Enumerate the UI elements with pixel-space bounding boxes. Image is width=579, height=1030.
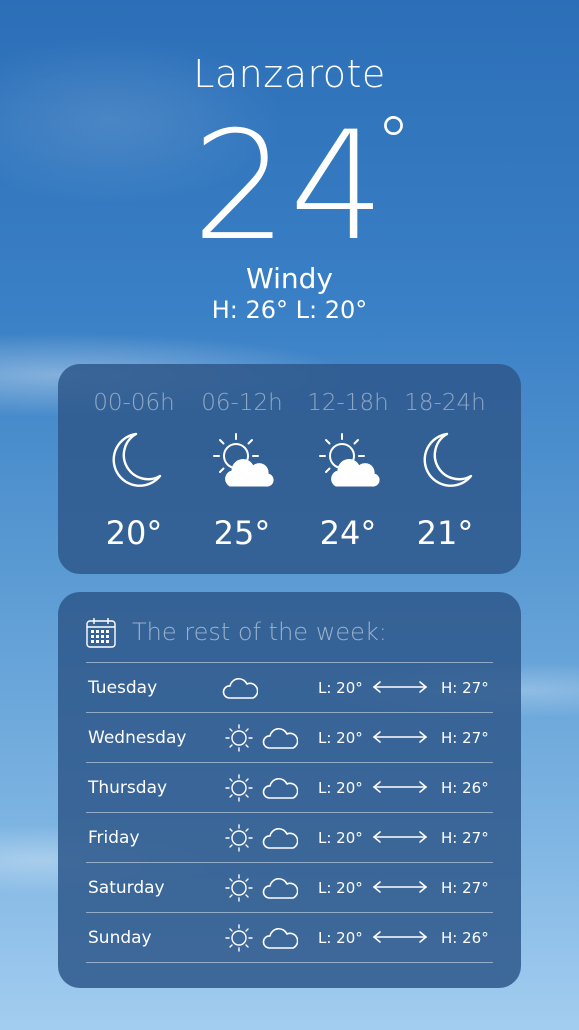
high-temp: H: 27° [441, 729, 489, 747]
sun-cloud-icon [319, 433, 380, 487]
high-temp: H: 26° [441, 929, 489, 947]
city-name: Lanzarote [193, 52, 386, 96]
low-temp: L: 20° [318, 879, 363, 897]
week-list: Tuesday L: 20° H: 27° Wednesday L: 20° H… [86, 662, 493, 963]
current-temperature: 24 ° [0, 108, 579, 262]
cloud-icon [222, 678, 258, 699]
sun-icon [225, 824, 253, 852]
cloud-icon [262, 928, 298, 949]
day-name: Saturday [88, 878, 165, 898]
today-forecast-card: 00-06h 20° 06-12h 25° 12-18h 24° 18-24h … [58, 364, 521, 574]
high-temp: H: 27° [441, 879, 489, 897]
week-row[interactable]: Wednesday L: 20° H: 27° [86, 713, 493, 763]
cloud-icon [262, 828, 298, 849]
range-arrow-icon [372, 781, 428, 793]
slot-time: 00-06h [93, 390, 175, 416]
high-temp: H: 27° [441, 679, 489, 697]
degree-symbol: ° [376, 102, 413, 184]
day-name: Thursday [88, 778, 168, 798]
weather-condition: Windy [246, 262, 333, 295]
week-row[interactable]: Tuesday L: 20° H: 27° [86, 663, 493, 713]
high-low-today: H: 26° L: 20° [211, 296, 368, 324]
low-temp: L: 20° [318, 729, 363, 747]
week-forecast-card: The rest of the week: Tuesday L: 20° H: … [58, 592, 521, 988]
week-row[interactable]: Sunday L: 20° H: 26° [86, 913, 493, 963]
week-title: The rest of the week: [132, 618, 387, 646]
slot-temperature: 20° [105, 514, 163, 552]
range-arrow-icon [372, 731, 428, 743]
slot-temperature: 21° [416, 514, 474, 552]
slot-time: 06-12h [201, 390, 283, 416]
week-header: The rest of the week: [86, 614, 506, 654]
day-name: Wednesday [88, 728, 187, 748]
moon-icon [112, 432, 162, 487]
slot-temperature: 25° [213, 514, 271, 552]
week-row[interactable]: Thursday L: 20° H: 26° [86, 763, 493, 813]
forecast-slot: 00-06h 20° [79, 364, 189, 574]
forecast-slot: 18-24h 21° [390, 364, 500, 574]
range-arrow-icon [372, 931, 428, 943]
day-name: Sunday [88, 928, 152, 948]
sun-cloud-icon [213, 433, 274, 487]
week-row[interactable]: Friday L: 20° H: 27° [86, 813, 493, 863]
range-arrow-icon [372, 681, 428, 693]
range-arrow-icon [372, 881, 428, 893]
week-row[interactable]: Saturday L: 20° H: 27° [86, 863, 493, 913]
day-name: Friday [88, 828, 140, 848]
cloud-icon [262, 878, 298, 899]
sun-icon [225, 874, 253, 902]
forecast-slot: 06-12h 25° [187, 364, 297, 574]
slot-time: 18-24h [404, 390, 486, 416]
cloud-icon [262, 778, 298, 799]
day-name: Tuesday [88, 678, 158, 698]
sun-icon [225, 774, 253, 802]
cloud-icon [262, 728, 298, 749]
current-temperature-value: 24 [192, 100, 387, 274]
calendar-icon [86, 618, 116, 648]
low-temp: L: 20° [318, 929, 363, 947]
sun-icon [225, 924, 253, 952]
high-temp: H: 27° [441, 829, 489, 847]
slot-time: 12-18h [307, 390, 389, 416]
low-temp: L: 20° [318, 779, 363, 797]
high-temp: H: 26° [441, 779, 489, 797]
forecast-slot: 12-18h 24° [293, 364, 403, 574]
low-temp: L: 20° [318, 829, 363, 847]
low-temp: L: 20° [318, 679, 363, 697]
slot-temperature: 24° [319, 514, 377, 552]
moon-icon [423, 432, 473, 487]
sun-icon [225, 724, 253, 752]
range-arrow-icon [372, 831, 428, 843]
